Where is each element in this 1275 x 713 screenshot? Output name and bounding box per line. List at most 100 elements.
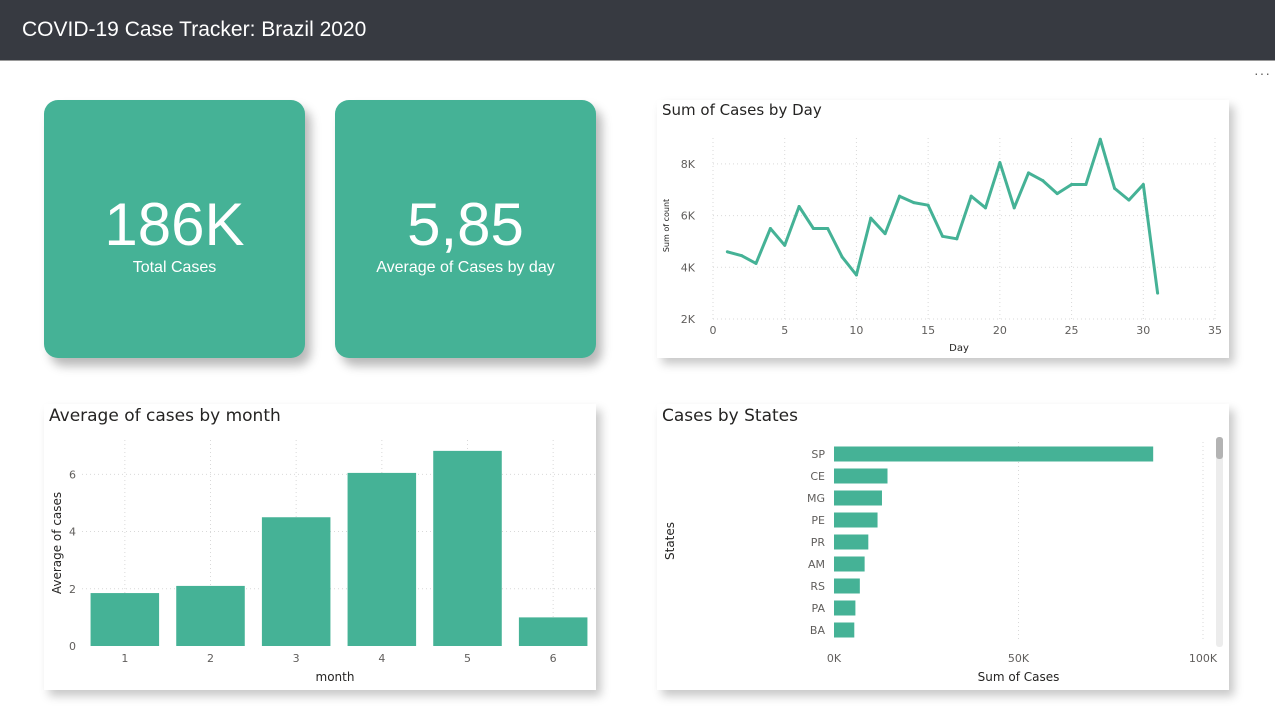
data-point (725, 250, 729, 254)
data-point (984, 206, 988, 210)
kpi-value: 186K (104, 191, 245, 258)
y-tick-label: PE (811, 514, 825, 527)
kpi-label: Total Cases (132, 259, 217, 276)
data-point (1098, 137, 1102, 141)
y-tick-label: PR (811, 536, 826, 549)
bar-state-ce (834, 468, 888, 484)
data-point (840, 255, 844, 259)
x-axis-title: Day (949, 343, 969, 354)
bar-month-2 (176, 585, 245, 646)
states-chart-card[interactable]: Cases by States 0K 50K 100K SP CE MG PE PR AM RS P… (657, 404, 1229, 690)
data-point (912, 201, 916, 205)
data-point (1084, 183, 1088, 187)
x-axis-title: Sum of Cases (978, 670, 1060, 684)
kpi-card-total-cases[interactable]: 186K Total Cases (44, 100, 305, 358)
y-tick-label: MG (807, 492, 825, 505)
bar-state-pr (834, 534, 869, 550)
data-point (1055, 192, 1059, 196)
x-tick-label: 100K (1189, 652, 1218, 665)
data-point (1141, 183, 1145, 187)
data-point (826, 227, 830, 230)
x-tick-label: 3 (293, 652, 300, 665)
report-title: COVID-19 Case Tracker: Brazil 2020 (22, 18, 367, 41)
line-chart: 2K 4K 6K 8K 0 5 10 15 20 25 30 35 Day Sum of count (662, 137, 1222, 354)
data-point (1127, 198, 1131, 202)
x-tick-label: 0 (710, 324, 717, 337)
x-tick-label: 5 (464, 652, 471, 665)
data-point (768, 227, 772, 230)
data-point (740, 254, 744, 258)
x-tick-label: 5 (781, 324, 788, 337)
bar-state-pe (834, 512, 878, 528)
x-tick-label: 50K (1008, 652, 1030, 665)
x-tick-label: 6 (550, 652, 557, 665)
data-point (869, 216, 873, 220)
data-point (897, 194, 901, 198)
data-point (1156, 291, 1160, 295)
y-tick-label: 4K (681, 261, 696, 274)
bar-month-5 (433, 450, 502, 646)
data-point (797, 205, 801, 209)
data-point (883, 232, 887, 236)
scrollbar-thumb[interactable] (1216, 437, 1223, 459)
x-tick-label: 4 (378, 652, 385, 665)
bar-chart: 0 2 4 6 1 2 3 4 5 6 month Average of cases (50, 440, 596, 684)
y-tick-label: 6 (69, 468, 76, 481)
y-tick-label: BA (810, 624, 826, 637)
bar-state-am (834, 556, 865, 572)
data-point (1027, 171, 1031, 175)
data-point (1041, 179, 1045, 183)
x-tick-label: 0K (827, 652, 842, 665)
states-bar-chart: 0K 50K 100K SP CE MG PE PR AM RS PA BA Sum of Cases S… (663, 437, 1223, 684)
bar-month-6 (518, 617, 588, 646)
x-tick-label: 25 (1065, 324, 1079, 337)
bar-state-rs (834, 578, 860, 594)
y-tick-label: 4 (69, 526, 76, 539)
data-point (754, 261, 758, 265)
x-tick-label: 15 (921, 324, 935, 337)
data-point (969, 194, 973, 198)
bar-month-3 (261, 517, 331, 646)
y-tick-label: SP (811, 448, 825, 461)
x-tick-label: 35 (1208, 324, 1222, 337)
y-tick-label: PA (812, 602, 826, 615)
data-point (940, 234, 944, 238)
data-point (955, 237, 959, 241)
kpi-value: 5,85 (407, 191, 524, 258)
y-axis-title: States (663, 522, 677, 560)
data-point (854, 273, 858, 277)
bar-state-ba (834, 622, 855, 638)
y-tick-label: 8K (681, 158, 696, 171)
more-options-icon[interactable]: ··· (1254, 66, 1271, 80)
x-axis-title: month (316, 670, 355, 684)
scrollbar-track[interactable] (1216, 437, 1223, 647)
x-tick-label: 20 (993, 324, 1007, 337)
data-point (1070, 183, 1074, 187)
y-tick-label: CE (810, 470, 825, 483)
y-axis-title: Sum of count (662, 199, 671, 252)
bar-month-4 (347, 472, 417, 646)
kpi-label: Average of Cases by day (376, 259, 555, 276)
x-tick-label: 10 (849, 324, 863, 337)
data-point (811, 227, 815, 230)
x-tick-label: 30 (1136, 324, 1150, 337)
line-chart-card[interactable]: Sum of Cases by Day 2K 4K 6K 8K 0 5 10 15 20 25 30… (657, 100, 1229, 358)
y-axis-title: Average of cases (50, 492, 64, 594)
bar-state-pa (834, 600, 856, 616)
y-tick-label: AM (808, 558, 825, 571)
bar-month-1 (90, 593, 160, 646)
y-tick-label: 2 (69, 583, 76, 596)
data-point (926, 203, 930, 207)
bar-state-mg (834, 490, 882, 506)
data-point (998, 161, 1002, 165)
y-tick-label: 6K (681, 210, 696, 223)
y-tick-label: 2K (681, 313, 696, 326)
x-tick-label: 2 (207, 652, 214, 665)
kpi-card-average-cases[interactable]: 5,85 Average of Cases by day (335, 100, 596, 358)
data-point (783, 243, 787, 247)
y-tick-label: RS (810, 580, 825, 593)
series-line (726, 137, 1160, 294)
report-header: COVID-19 Case Tracker: Brazil 2020 (0, 0, 1275, 61)
bar-chart-card[interactable]: Average of cases by month 0 2 4 6 1 2 3 4 5 6 mont… (44, 404, 596, 690)
data-point (1113, 186, 1117, 190)
